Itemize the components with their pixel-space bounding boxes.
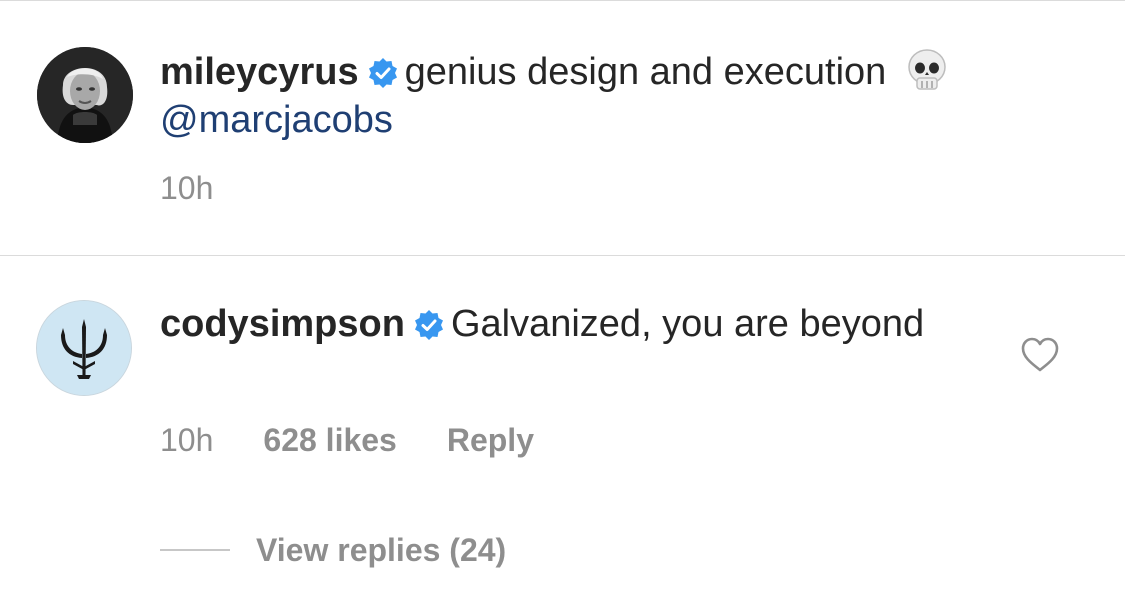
view-replies-button[interactable]: View replies (24) bbox=[160, 532, 506, 569]
comment-time: 10h bbox=[160, 422, 214, 458]
verified-badge-icon bbox=[413, 305, 445, 340]
mention-link[interactable]: @marcjacobs bbox=[160, 99, 393, 141]
comment-divider bbox=[0, 255, 1125, 256]
skull-emoji-icon bbox=[904, 48, 950, 94]
comment-body-2: codysimpson Galvanized, you are beyond bbox=[160, 300, 1040, 348]
likes-count[interactable]: 628 likes bbox=[263, 422, 396, 459]
heart-outline-icon[interactable] bbox=[1020, 336, 1060, 374]
avatar-codysimpson[interactable] bbox=[36, 300, 132, 396]
comment-text: Galvanized, you are beyond bbox=[450, 303, 925, 345]
comment-meta-2: 10h 628 likes Reply bbox=[160, 422, 534, 459]
comment-username[interactable]: codysimpson bbox=[160, 303, 405, 345]
comment-body-1: mileycyrus genius design and execution @m… bbox=[160, 48, 1040, 144]
view-replies-label: View replies (24) bbox=[256, 532, 507, 568]
top-divider bbox=[0, 0, 1125, 1]
verified-badge-icon bbox=[367, 53, 399, 88]
comment-username[interactable]: mileycyrus bbox=[160, 51, 359, 93]
reply-button[interactable]: Reply bbox=[447, 422, 534, 459]
comment-meta-1: 10h bbox=[160, 170, 213, 207]
comment-text: genius design and execution bbox=[404, 51, 887, 93]
avatar-mileycyrus[interactable] bbox=[37, 47, 133, 143]
view-replies-line bbox=[160, 549, 230, 551]
comment-time: 10h bbox=[160, 170, 214, 206]
